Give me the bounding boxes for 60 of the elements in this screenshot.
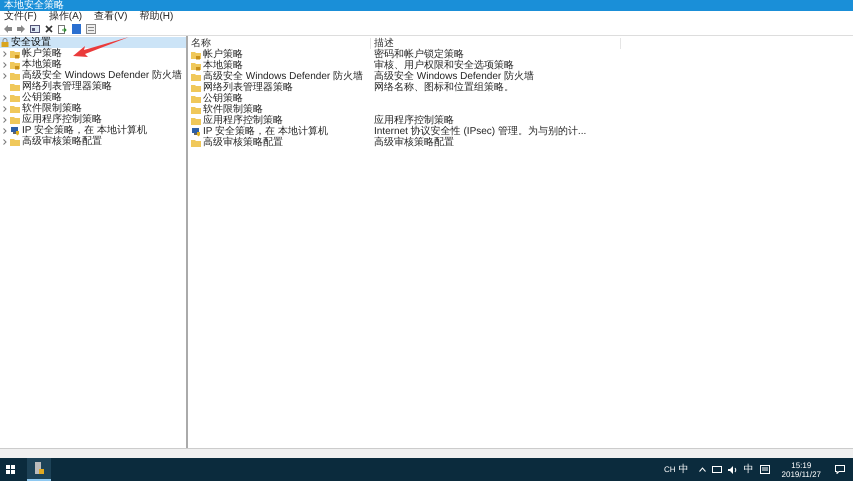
- input-method-indicator[interactable]: 中: [744, 462, 754, 477]
- description-cell-text: 高级安全 Windows Defender 防火墙: [373, 71, 534, 82]
- forward-arrow-icon[interactable]: [17, 25, 25, 33]
- folder-icon: [10, 136, 20, 146]
- tree-item[interactable]: 帐户策略: [0, 48, 62, 59]
- keyboard-icon[interactable]: [760, 465, 770, 474]
- list-item[interactable]: IP 安全策略，在 本地计算机: [191, 126, 371, 137]
- tree-item[interactable]: 公钥策略: [0, 92, 62, 103]
- tree-item[interactable]: 本地策略: [0, 59, 62, 70]
- back-arrow-icon[interactable]: [4, 25, 12, 33]
- locked-folder-icon: [191, 60, 201, 70]
- speaker-icon[interactable]: [728, 466, 738, 474]
- list-item[interactable]: 应用程序控制策略: [191, 115, 371, 126]
- lock-icon: [1, 38, 9, 47]
- description-cell-text: Internet 协议安全性 (IPsec) 管理。为与别的计...: [373, 126, 586, 137]
- tree-item[interactable]: 高级安全 Windows Defender 防火墙: [0, 70, 182, 81]
- locked-folder-icon: [10, 60, 20, 70]
- description-cell-text: 应用程序控制策略: [373, 115, 454, 126]
- list-item[interactable]: 网络列表管理器策略: [191, 82, 371, 93]
- list-item[interactable]: 高级审核策略配置: [191, 137, 371, 148]
- clock[interactable]: 15:19 2019/11/27: [782, 460, 821, 478]
- network-icon[interactable]: [712, 466, 722, 474]
- list-item[interactable]: 软件限制策略: [191, 104, 371, 115]
- description-cell-text: 高级审核策略配置: [373, 137, 454, 148]
- tree-item[interactable]: 高级审核策略配置: [0, 136, 102, 147]
- export-icon[interactable]: [58, 24, 67, 34]
- list-item[interactable]: 高级安全 Windows Defender 防火墙: [191, 71, 371, 82]
- description-cell-text: 网络名称、图标和位置组策略。: [373, 82, 514, 93]
- menu-item[interactable]: 帮助(H): [139, 11, 174, 23]
- delete-icon[interactable]: [45, 25, 53, 33]
- tree-item[interactable]: 应用程序控制策略: [0, 114, 102, 125]
- properties-icon[interactable]: [86, 24, 96, 34]
- description-cell-text: 密码和帐户锁定策略: [373, 49, 464, 60]
- computer-shield-icon: [10, 126, 20, 136]
- list-item[interactable]: 本地策略: [191, 60, 371, 71]
- menu-item[interactable]: 文件(F): [4, 11, 37, 23]
- column-header[interactable]: 名称: [191, 38, 371, 48]
- list-item[interactable]: 帐户策略: [191, 49, 371, 60]
- ime-mode-indicator[interactable]: 中: [678, 462, 689, 477]
- menu-item[interactable]: 查看(V): [94, 11, 128, 23]
- description-cell-text: 审核、用户权限和安全选项策略: [373, 60, 514, 71]
- computer-shield-icon: [191, 126, 201, 136]
- tree-item[interactable]: 安全设置: [0, 37, 186, 48]
- column-header[interactable]: 描述: [371, 38, 621, 48]
- tree-item[interactable]: IP 安全策略，在 本地计算机: [0, 125, 147, 136]
- locked-folder-icon: [10, 48, 20, 58]
- arrow-annotation: [72, 36, 130, 59]
- list-item[interactable]: 公钥策略: [191, 93, 371, 104]
- menu-item[interactable]: 操作(A): [48, 11, 82, 23]
- windows-start-icon[interactable]: [6, 465, 15, 474]
- tree-item[interactable]: 网络列表管理器策略: [0, 81, 112, 92]
- notification-icon[interactable]: [835, 465, 845, 474]
- tree-item[interactable]: 软件限制策略: [0, 103, 82, 114]
- caret-up-icon[interactable]: [698, 467, 706, 472]
- server-lock-icon: [34, 462, 44, 475]
- folder-icon: [191, 138, 201, 148]
- console-tree-icon[interactable]: [30, 24, 40, 34]
- taskbar-app-button[interactable]: [27, 458, 51, 481]
- locked-folder-icon: [191, 50, 201, 60]
- ime-indicator[interactable]: CH: [664, 464, 676, 476]
